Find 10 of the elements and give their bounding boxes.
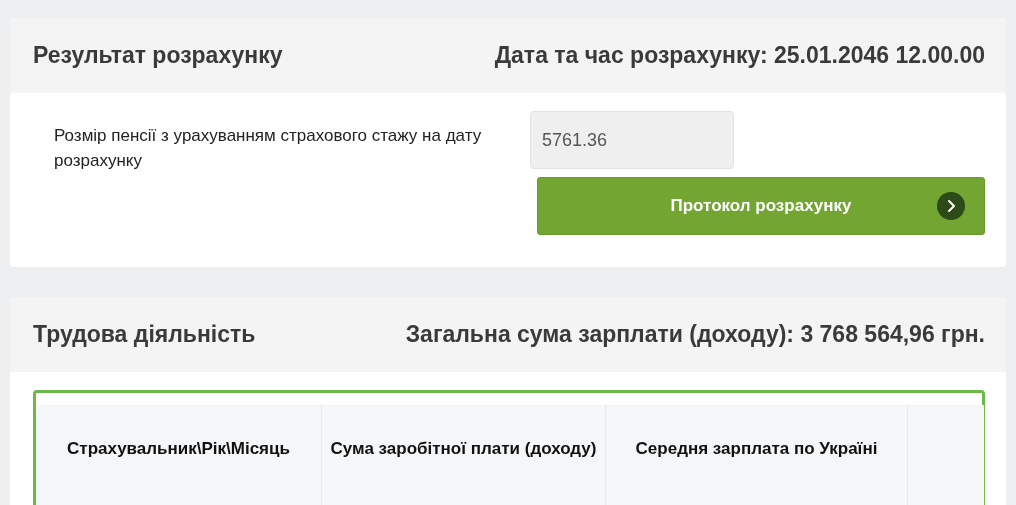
table-header-cell: Страхувальник\Рік\Місяць <box>36 405 321 505</box>
total-salary: Загальна сума зарплати (доходу): 3 768 564,96 грн. <box>405 321 985 348</box>
calculation-datetime: Дата та час розрахунку: 25.01.2046 12.00.00 <box>494 42 985 69</box>
pension-field[interactable]: 5761.36 <box>530 111 734 169</box>
table-header-cell: Середня зарплата по Україні <box>605 405 907 505</box>
table-header-cell: Сума заробітної плати (доходу) <box>321 405 605 505</box>
section-title: Результат розрахунку <box>33 42 283 69</box>
section-title: Трудова діяльність <box>33 321 256 348</box>
chevron-icon <box>937 192 965 220</box>
pension-label: Розмір пенсії з урахуванням страхового стажу на дату розрахунку <box>54 125 483 172</box>
